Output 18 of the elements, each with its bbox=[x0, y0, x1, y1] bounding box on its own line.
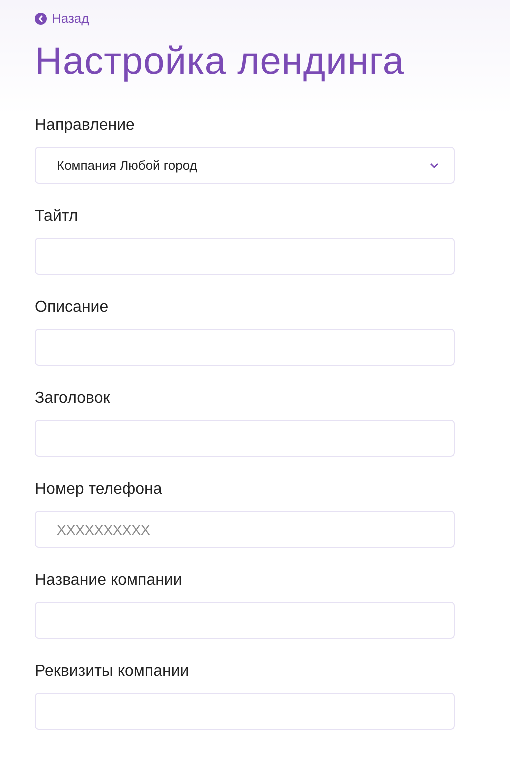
field-label: Направление bbox=[35, 116, 135, 136]
input-field[interactable] bbox=[35, 420, 455, 457]
back-link[interactable]: Назад bbox=[35, 11, 90, 27]
field-label: Реквизиты компании bbox=[35, 662, 190, 682]
input-field[interactable] bbox=[35, 693, 455, 730]
input-field[interactable] bbox=[35, 329, 455, 366]
field-label: Описание bbox=[35, 298, 109, 318]
input-field[interactable] bbox=[35, 238, 455, 275]
dropdown[interactable]: Компания Любой город bbox=[35, 147, 455, 184]
field-label: Номер телефона bbox=[35, 480, 162, 500]
back-icon bbox=[35, 13, 47, 25]
field-label: Заголовок bbox=[35, 389, 110, 409]
field-label: Тайтл bbox=[35, 207, 78, 227]
page-title: Настройка лендинга bbox=[35, 40, 404, 85]
field-label: Название компании bbox=[35, 571, 182, 591]
input-field[interactable] bbox=[35, 602, 455, 639]
chevron-down-icon bbox=[430, 162, 439, 168]
input-field[interactable]: XXXXXXXXXX bbox=[35, 511, 455, 548]
